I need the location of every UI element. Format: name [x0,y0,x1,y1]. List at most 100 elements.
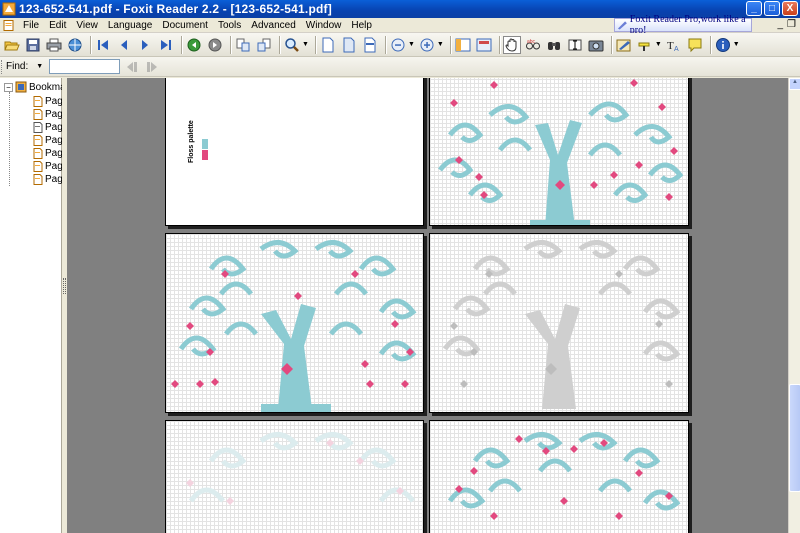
fit-width-button[interactable] [361,36,379,54]
svg-text:A: A [674,46,679,53]
bookmarks-panel-button[interactable] [454,36,472,54]
fit-width-icon [364,37,376,52]
cross-stitch-tree-image [447,432,681,520]
palette-swatches-icon [202,139,208,160]
toolbar-separator [610,35,612,54]
mdi-restore-button[interactable]: ❐ [787,19,796,30]
text-select-button[interactable]: abc [524,36,542,54]
page-bookmark-icon [33,147,43,159]
go-forward-button[interactable] [206,36,224,54]
pen-icon [617,21,627,30]
snapshot-button[interactable] [587,36,605,54]
panel-icon [455,38,471,51]
info-icon [715,37,730,52]
menu-language[interactable]: Language [103,18,158,33]
actual-size-button[interactable] [319,36,337,54]
open-button[interactable] [3,36,21,54]
find-button[interactable] [545,36,563,54]
cross-stitch-tree-image [171,240,417,412]
properties-dropdown-arrow[interactable]: ▼ [733,41,740,48]
collapse-toggle[interactable]: − [4,82,13,92]
menu-view[interactable]: View [71,18,103,33]
bookmarks-panel: − Bookma Page Page Page Page Page Page P… [0,78,68,533]
next-page-icon [142,39,148,50]
page-bookmark-icon [33,95,43,107]
highlight-button[interactable] [636,36,654,54]
scroll-thumb[interactable] [789,384,800,492]
grey-circle-forward-icon [208,38,222,51]
next-page-button[interactable] [136,36,154,54]
pdf-page-thumbnail[interactable] [165,233,424,413]
previous-page-button[interactable] [115,36,133,54]
zoom-out-dropdown-arrow[interactable]: ▼ [408,41,415,48]
highlight-dropdown-arrow[interactable]: ▼ [655,41,662,48]
foxit-app-icon[interactable] [2,2,16,16]
zoom-in-button[interactable] [418,36,436,54]
first-page-button[interactable] [94,36,112,54]
close-button[interactable]: X [782,1,798,16]
rotate-left-button[interactable] [234,36,252,54]
zoom-in-dropdown-arrow[interactable]: ▼ [437,41,444,48]
go-back-button[interactable] [185,36,203,54]
bookmarks-root[interactable]: − Bookma [4,81,66,93]
binoculars-icon [547,41,560,50]
pdf-page-thumbnail[interactable] [429,420,689,533]
note-button[interactable] [686,36,704,54]
find-bar: Find: ▼ [0,57,800,77]
pdf-page-thumbnail[interactable]: Floss palette [165,78,424,226]
tree-connector [9,92,10,186]
save-button[interactable] [24,36,42,54]
find-next-icon[interactable] [144,59,160,75]
green-circle-back-icon [187,38,201,51]
toolbar-separator [709,35,711,54]
toolbar-separator [498,35,500,54]
pdf-page-thumbnail[interactable] [165,420,424,533]
select-text-button[interactable] [566,36,584,54]
zoom-out-icon [391,38,405,51]
scroll-up-arrow[interactable]: ▲ [789,78,800,90]
menu-advanced[interactable]: Advanced [246,18,300,33]
layout-button[interactable] [475,36,493,54]
last-page-button[interactable] [157,36,175,54]
pdf-page-thumbnail[interactable] [429,233,689,413]
find-input[interactable] [49,59,121,74]
menu-tools[interactable]: Tools [213,18,246,33]
properties-button[interactable] [714,36,732,54]
vertical-scrollbar[interactable]: ▲ [788,78,800,533]
zoom-out-button[interactable] [389,36,407,54]
magnifier-icon [285,37,299,52]
print-button[interactable] [45,36,63,54]
maximize-button[interactable]: □ [764,1,780,16]
layout-icon [476,38,492,51]
toolbar-separator [314,35,316,54]
zoom-button[interactable] [283,36,301,54]
splitter-grip[interactable] [63,278,66,294]
pen-tool-icon [616,39,631,51]
first-page-icon [98,39,108,50]
cross-stitch-tree-image [442,240,681,409]
fit-page-button[interactable] [340,36,358,54]
menu-help[interactable]: Help [346,18,377,33]
email-button[interactable] [66,36,84,54]
text-cursor-icon [568,39,582,50]
promo-banner[interactable]: Foxit Reader Pro,work like a pro! [614,14,752,36]
toolbar-grip[interactable] [1,59,4,74]
toolbar-separator [279,35,280,54]
mdi-minimize-button[interactable]: _ [777,19,783,30]
menu-document[interactable]: Document [157,18,213,33]
highlighter-icon [638,42,650,51]
find-options-dropdown-arrow[interactable]: ▼ [36,63,43,70]
menu-file[interactable]: File [18,18,44,33]
rotate-right-button[interactable] [255,36,273,54]
document-icon[interactable] [3,19,14,31]
find-previous-icon[interactable] [124,59,140,75]
zoom-dropdown-arrow[interactable]: ▼ [302,41,309,48]
hand-tool-button[interactable] [502,35,521,54]
document-view[interactable]: Floss palette [67,78,788,533]
toolbar-separator [181,35,182,54]
menu-edit[interactable]: Edit [44,18,71,33]
pdf-page-thumbnail[interactable] [429,78,689,226]
typewriter-button[interactable] [615,36,633,54]
text-tool-button[interactable]: TA [665,36,683,54]
menu-window[interactable]: Window [301,18,347,33]
